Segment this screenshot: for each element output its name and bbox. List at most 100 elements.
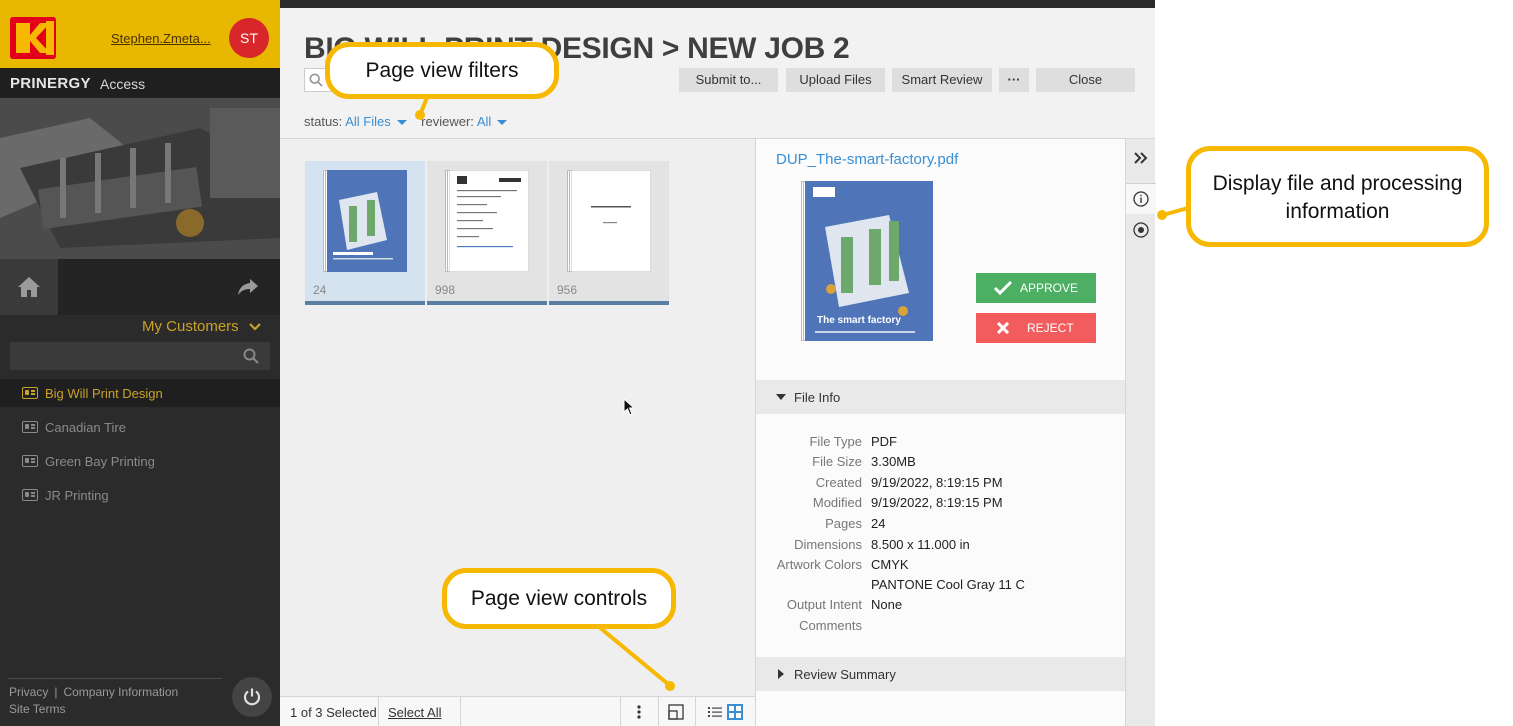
page-thumbnail <box>445 170 529 272</box>
callout-file-info: Display file and processing information <box>1186 146 1489 247</box>
info-value: PDF <box>871 434 897 449</box>
file-detail-panel: DUP_The-smart-factory.pdf The smart fact… <box>755 139 1125 726</box>
page-count: 956 <box>557 283 578 297</box>
info-value: PANTONE Cool Gray 11 C <box>871 577 1025 592</box>
info-value: CMYK <box>871 557 909 572</box>
customer-item-canadian-tire[interactable]: Canadian Tire <box>0 413 280 441</box>
expand-icon <box>776 394 786 400</box>
info-key: Created <box>815 475 862 490</box>
search-icon <box>309 73 323 87</box>
divider <box>378 697 379 726</box>
upload-files-button[interactable]: Upload Files <box>786 68 885 92</box>
review-summary-section-header[interactable]: Review Summary <box>756 657 1125 691</box>
info-value: 9/19/2022, 8:19:15 PM <box>871 475 1003 490</box>
reject-button[interactable]: REJECT <box>976 313 1096 343</box>
customer-item-green-bay-printing[interactable]: Green Bay Printing <box>0 447 280 475</box>
logout-button[interactable] <box>232 677 272 717</box>
close-button[interactable]: Close <box>1036 68 1135 92</box>
share-button[interactable] <box>228 273 268 301</box>
contact-card-icon <box>22 387 38 399</box>
list-view-icon[interactable] <box>707 704 723 720</box>
page-count: 24 <box>313 283 327 297</box>
more-button[interactable]: ··· <box>999 68 1029 92</box>
customer-label: JR Printing <box>45 488 109 503</box>
sidebar-header: Stephen.Zmeta... ST <box>0 0 280 68</box>
power-icon <box>243 688 261 706</box>
submit-to-button[interactable]: Submit to... <box>679 68 778 92</box>
customer-item-jr-printing[interactable]: JR Printing <box>0 481 280 509</box>
share-icon <box>238 279 258 295</box>
info-key: Comments <box>799 618 862 633</box>
status-filter-value: All Files <box>345 114 391 129</box>
kodak-logo <box>10 17 56 59</box>
callout-page-view-controls: Page view controls <box>442 568 676 629</box>
divider <box>460 697 461 726</box>
info-value: None <box>871 597 903 612</box>
company-info-link[interactable]: Company Information <box>63 685 178 699</box>
reviewer-filter-label: reviewer: <box>421 114 474 129</box>
smart-review-button[interactable]: Smart Review <box>892 68 992 92</box>
home-button[interactable] <box>0 259 58 315</box>
approve-label: APPROVE <box>1020 281 1079 295</box>
reviewer-filter-dropdown[interactable]: All <box>476 114 508 129</box>
info-key: Pages <box>825 516 862 531</box>
page-count: 998 <box>435 283 456 297</box>
page-status-bar <box>549 301 669 305</box>
customer-label: Green Bay Printing <box>45 454 155 469</box>
page-status-bar <box>305 301 425 305</box>
brand-sub: Access <box>100 76 146 92</box>
my-customers-dropdown[interactable]: My Customers <box>142 318 261 335</box>
caret-down-icon <box>497 120 508 126</box>
brand-name: PRINERGY <box>10 75 91 92</box>
contact-card-icon <box>22 421 38 433</box>
collapse-panel-button[interactable] <box>1126 143 1156 173</box>
approve-button[interactable]: APPROVE <box>976 273 1096 303</box>
info-icon <box>1133 191 1149 207</box>
review-summary-title: Review Summary <box>794 667 896 682</box>
page-view-filters: status: All Files reviewer: All <box>304 114 508 129</box>
page-card[interactable]: 24 <box>305 161 425 305</box>
processing-info-tab[interactable] <box>1126 215 1156 245</box>
user-avatar[interactable]: ST <box>229 18 269 58</box>
page-card[interactable]: 998 <box>427 161 547 305</box>
info-value: 8.500 x 11.000 in <box>871 537 970 552</box>
reviewer-filter-value: All <box>476 114 492 129</box>
username-link[interactable]: Stephen.Zmeta... <box>111 31 211 46</box>
selection-count: 1 of 3 Selected <box>290 705 377 720</box>
sidebar: Stephen.Zmeta... ST PRINERGY Access My C… <box>0 0 280 726</box>
my-customers-label: My Customers <box>142 318 239 335</box>
customer-search-input[interactable] <box>10 342 270 370</box>
contact-card-icon <box>22 489 38 501</box>
page-card[interactable]: 956 <box>549 161 669 305</box>
file-info-tab[interactable] <box>1126 184 1156 214</box>
footer-separator: | <box>54 685 58 699</box>
chevron-down-icon <box>249 318 261 335</box>
info-value: 9/19/2022, 8:19:15 PM <box>871 495 1003 510</box>
search-icon[interactable] <box>243 348 259 369</box>
file-info-section-header[interactable]: File Info <box>756 380 1125 414</box>
contact-card-icon <box>22 455 38 467</box>
customer-item-big-will-print-design[interactable]: Big Will Print Design <box>0 379 280 407</box>
select-all-link[interactable]: Select All <box>388 705 441 720</box>
close-icon <box>997 322 1009 334</box>
mouse-cursor-icon <box>623 398 635 416</box>
thumbnail-size-icon[interactable] <box>668 704 684 720</box>
window-top-strip <box>280 0 1155 8</box>
page-thumbnail <box>567 170 651 272</box>
site-terms-link[interactable]: Site Terms <box>9 702 65 716</box>
checkmark-icon <box>994 281 1012 295</box>
privacy-link[interactable]: Privacy <box>9 685 48 699</box>
more-options-icon[interactable] <box>631 704 647 720</box>
page-thumbnail <box>323 170 407 272</box>
info-value: 3.30MB <box>871 454 916 469</box>
sidebar-divider <box>8 678 222 679</box>
status-filter-dropdown[interactable]: All Files <box>345 114 407 129</box>
job-window: BIG WILL PRINT DESIGN > NEW JOB 2 Submit… <box>280 8 1156 726</box>
divider <box>658 697 659 726</box>
grid-view-icon[interactable] <box>727 704 743 720</box>
detail-rail <box>1125 139 1156 726</box>
file-name-link[interactable]: DUP_The-smart-factory.pdf <box>776 151 958 168</box>
reject-label: REJECT <box>1027 321 1074 335</box>
page-status-bar <box>427 301 547 305</box>
caret-down-icon <box>396 120 407 126</box>
